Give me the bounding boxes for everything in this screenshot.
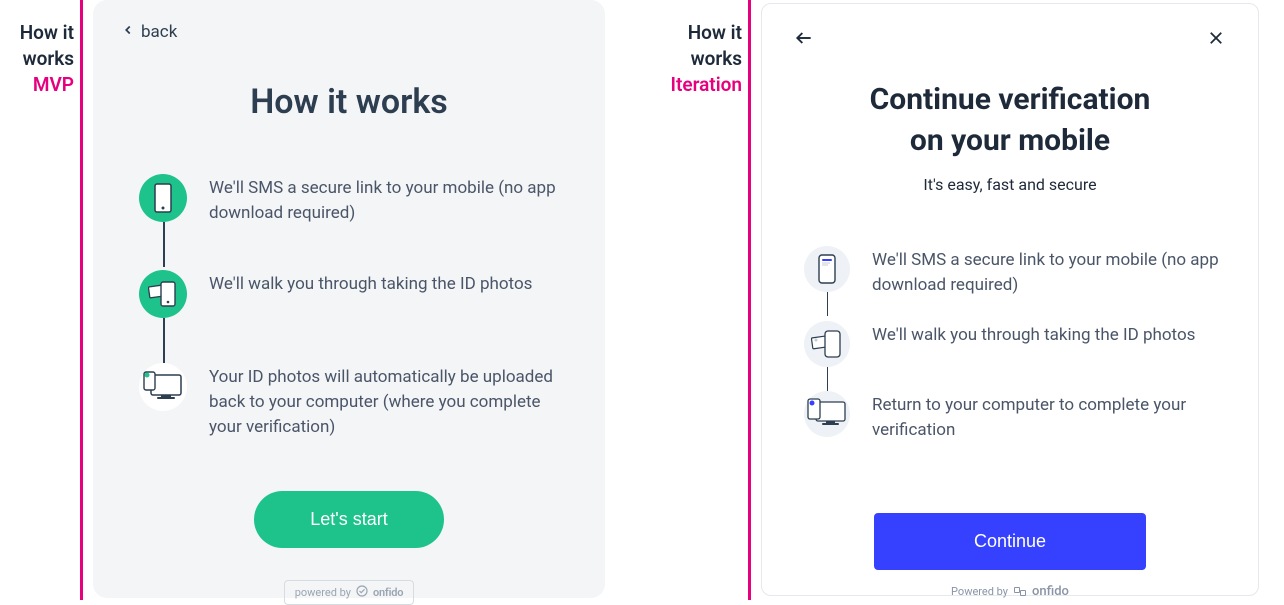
step-item: Return to your computer to complete your… bbox=[804, 391, 1230, 442]
iteration-side: How it works Iteration Continue verifica… bbox=[642, 0, 1284, 600]
step-text: We'll SMS a secure link to your mobile (… bbox=[872, 246, 1230, 297]
back-arrow-button[interactable] bbox=[790, 24, 818, 52]
powered-prefix: powered by bbox=[295, 586, 351, 599]
id-photo-icon bbox=[139, 270, 187, 318]
desktop-return-icon bbox=[804, 391, 850, 437]
back-button[interactable]: back bbox=[121, 22, 577, 42]
mvp-side: How it works MVP back How it works We'll… bbox=[0, 0, 642, 600]
iteration-card: Continue verification on your mobile It'… bbox=[761, 3, 1259, 596]
close-button[interactable] bbox=[1202, 24, 1230, 52]
mvp-steps: We'll SMS a secure link to your mobile (… bbox=[121, 174, 577, 439]
desktop-upload-icon bbox=[139, 363, 187, 411]
onfido-logo-icon bbox=[1014, 585, 1026, 597]
step-item: We'll walk you through taking the ID pho… bbox=[804, 321, 1230, 367]
powered-prefix: Powered by bbox=[951, 585, 1008, 598]
phone-sms-icon bbox=[139, 174, 187, 222]
iteration-heading: Continue verification on your mobile bbox=[790, 80, 1230, 161]
back-label: back bbox=[141, 22, 177, 42]
mvp-card: back How it works We'll SMS a secure lin… bbox=[93, 0, 605, 598]
mvp-heading: How it works bbox=[121, 82, 577, 122]
step-text: We'll walk you through taking the ID pho… bbox=[872, 321, 1195, 348]
brand-name: onfido bbox=[1032, 584, 1069, 599]
mvp-label-column: How it works MVP bbox=[0, 0, 80, 600]
continue-button[interactable]: Continue bbox=[874, 513, 1146, 570]
iteration-subtitle: It's easy, fast and secure bbox=[790, 175, 1230, 194]
mvp-label-title: How it works bbox=[0, 20, 74, 71]
step-text: We'll SMS a secure link to your mobile (… bbox=[209, 174, 577, 225]
powered-by-badge: powered by onfido bbox=[284, 580, 415, 605]
iteration-label-column: How it works Iteration bbox=[642, 0, 748, 600]
step-item: We'll SMS a secure link to your mobile (… bbox=[804, 246, 1230, 297]
chevron-left-icon bbox=[121, 22, 135, 42]
iteration-steps: We'll SMS a secure link to your mobile (… bbox=[790, 246, 1230, 443]
brand-name: onfido bbox=[373, 586, 403, 599]
step-item: Your ID photos will automatically be upl… bbox=[139, 363, 577, 439]
step-text: Your ID photos will automatically be upl… bbox=[209, 363, 577, 439]
phone-sms-icon bbox=[804, 246, 850, 292]
step-item: We'll SMS a secure link to your mobile (… bbox=[139, 174, 577, 225]
step-item: We'll walk you through taking the ID pho… bbox=[139, 270, 577, 318]
mvp-label-tag: MVP bbox=[0, 73, 74, 96]
powered-by-badge: Powered by onfido bbox=[951, 584, 1069, 599]
step-text: We'll walk you through taking the ID pho… bbox=[209, 270, 532, 297]
id-photo-icon bbox=[804, 321, 850, 367]
iteration-label-title: How it works bbox=[642, 20, 742, 71]
step-text: Return to your computer to complete your… bbox=[872, 391, 1230, 442]
lets-start-button[interactable]: Let's start bbox=[254, 491, 443, 548]
iteration-label-tag: Iteration bbox=[642, 73, 742, 96]
onfido-check-icon bbox=[356, 585, 368, 600]
